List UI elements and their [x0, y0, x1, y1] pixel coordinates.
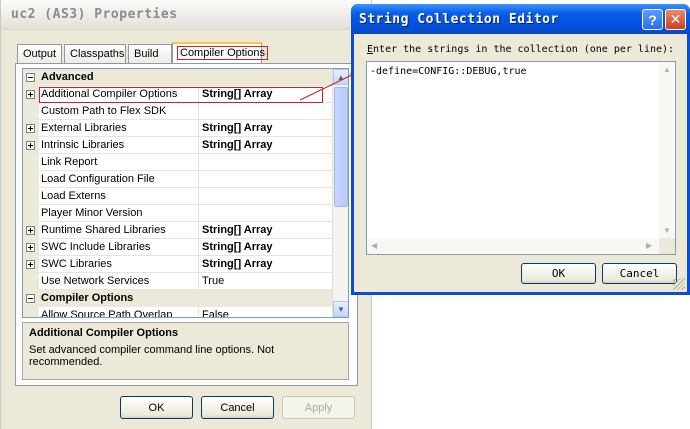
editor-body: Enter the strings in the collection (one…: [354, 34, 687, 292]
property-grid: Advanced Additional Compiler Options Str…: [22, 68, 349, 318]
property-name: SWC Libraries: [39, 256, 199, 273]
property-value[interactable]: String[] Array: [199, 222, 333, 239]
property-name: Link Report: [39, 154, 199, 171]
property-name: Load Externs: [39, 188, 199, 205]
property-name: Player Minor Version: [39, 205, 199, 222]
property-value[interactable]: [199, 205, 333, 222]
property-value[interactable]: [199, 171, 333, 188]
property-name: Use Network Services: [39, 273, 199, 290]
property-value[interactable]: True: [199, 273, 333, 290]
scroll-thumb[interactable]: [334, 87, 348, 207]
properties-window-title: uc2 (AS3) Properties: [11, 7, 178, 22]
property-name: Custom Path to Flex SDK: [39, 103, 199, 120]
property-value[interactable]: String[] Array: [199, 256, 333, 273]
property-row-load-configuration-file[interactable]: Load Configuration File: [23, 171, 333, 188]
scroll-right-icon[interactable]: ▶: [646, 241, 652, 250]
help-icon[interactable]: ?: [642, 9, 663, 30]
category-compiler-options[interactable]: Compiler Options: [23, 290, 333, 307]
expand-icon[interactable]: [26, 260, 35, 269]
string-collection-editor-dialog: String Collection Editor ? ✕ Enter the s…: [351, 4, 690, 295]
property-row-swc-libraries[interactable]: SWC Libraries String[] Array: [23, 256, 333, 273]
close-icon[interactable]: ✕: [665, 9, 686, 30]
strings-textarea[interactable]: -define=CONFIG::DEBUG,true ▲ ▼ ◀ ▶: [366, 61, 676, 255]
scroll-down-icon[interactable]: ▼: [333, 301, 348, 317]
scroll-left-icon[interactable]: ◀: [371, 241, 377, 250]
tab-build[interactable]: Build: [128, 44, 172, 64]
property-value[interactable]: String[] Array: [199, 120, 333, 137]
property-row-player-minor-version[interactable]: Player Minor Version: [23, 205, 333, 222]
property-row-swc-include-libraries[interactable]: SWC Include Libraries String[] Array: [23, 239, 333, 256]
property-row-external-libraries[interactable]: External Libraries String[] Array: [23, 120, 333, 137]
collapse-icon[interactable]: [26, 294, 35, 303]
collapse-icon[interactable]: [26, 73, 35, 82]
property-name: Runtime Shared Libraries: [39, 222, 199, 239]
property-row-use-network-services[interactable]: Use Network Services True: [23, 273, 333, 290]
scroll-down-icon[interactable]: ▼: [663, 226, 671, 235]
property-name: Allow Source Path Overlap: [39, 307, 199, 317]
editor-title: String Collection Editor: [359, 12, 559, 27]
properties-window: uc2 (AS3) Properties Output Classpaths B…: [0, 0, 372, 429]
property-name: Additional Compiler Options: [39, 86, 199, 103]
property-grid-scrollbar[interactable]: ▲ ▼: [332, 69, 348, 317]
resize-grip-icon[interactable]: [673, 278, 685, 290]
editor-ok-button[interactable]: OK: [521, 263, 596, 284]
scroll-up-icon[interactable]: ▲: [663, 65, 671, 74]
property-value[interactable]: [199, 188, 333, 205]
property-row-runtime-shared-libraries[interactable]: Runtime Shared Libraries String[] Array: [23, 222, 333, 239]
property-row-intrinsic-libraries[interactable]: Intrinsic Libraries String[] Array: [23, 137, 333, 154]
description-pane: Additional Compiler Options Set advanced…: [22, 322, 349, 380]
ok-button[interactable]: OK: [120, 396, 193, 419]
string-line: -define=CONFIG::DEBUG,true: [370, 66, 527, 77]
cancel-button[interactable]: Cancel: [201, 396, 274, 419]
property-value[interactable]: String[] Array: [199, 239, 333, 256]
property-name: Intrinsic Libraries: [39, 137, 199, 154]
property-row-additional-compiler-options[interactable]: Additional Compiler Options String[] Arr…: [23, 86, 333, 103]
category-advanced[interactable]: Advanced: [23, 69, 333, 86]
property-value[interactable]: String[] Array: [199, 86, 333, 103]
property-row-custom-flex-sdk[interactable]: Custom Path to Flex SDK: [23, 103, 333, 120]
property-value[interactable]: String[] Array: [199, 137, 333, 154]
expand-icon[interactable]: [26, 141, 35, 150]
textarea-vertical-scrollbar[interactable]: ▲ ▼: [659, 62, 675, 239]
category-label: Compiler Options: [41, 292, 134, 304]
tab-output[interactable]: Output: [17, 44, 62, 64]
category-label: Advanced: [41, 71, 94, 83]
tab-classpaths[interactable]: Classpaths: [64, 44, 126, 64]
property-value[interactable]: False: [199, 307, 333, 317]
description-text: Set advanced compiler command line optio…: [29, 344, 275, 368]
editor-prompt: Enter the strings in the collection (one…: [367, 44, 675, 55]
editor-cancel-button[interactable]: Cancel: [602, 263, 677, 284]
expand-icon[interactable]: [26, 124, 35, 133]
description-title: Additional Compiler Options: [29, 327, 179, 339]
tab-compiler-options[interactable]: Compiler Options: [172, 42, 268, 65]
property-row-load-externs[interactable]: Load Externs: [23, 188, 333, 205]
scroll-up-icon[interactable]: ▲: [333, 69, 348, 85]
property-row-allow-source-path-overlap[interactable]: Allow Source Path Overlap False: [23, 307, 333, 317]
apply-button[interactable]: Apply: [282, 396, 355, 419]
property-value[interactable]: [199, 103, 333, 120]
expand-icon[interactable]: [26, 90, 35, 99]
property-name: External Libraries: [39, 120, 199, 137]
property-value[interactable]: [199, 154, 333, 171]
properties-titlebar[interactable]: uc2 (AS3) Properties: [1, 0, 371, 30]
property-name: SWC Include Libraries: [39, 239, 199, 256]
editor-titlebar[interactable]: String Collection Editor ? ✕: [351, 4, 690, 34]
expand-icon[interactable]: [26, 226, 35, 235]
expand-icon[interactable]: [26, 243, 35, 252]
property-name: Load Configuration File: [39, 171, 199, 188]
textarea-horizontal-scrollbar[interactable]: ◀ ▶: [367, 238, 659, 254]
property-row-link-report[interactable]: Link Report: [23, 154, 333, 171]
